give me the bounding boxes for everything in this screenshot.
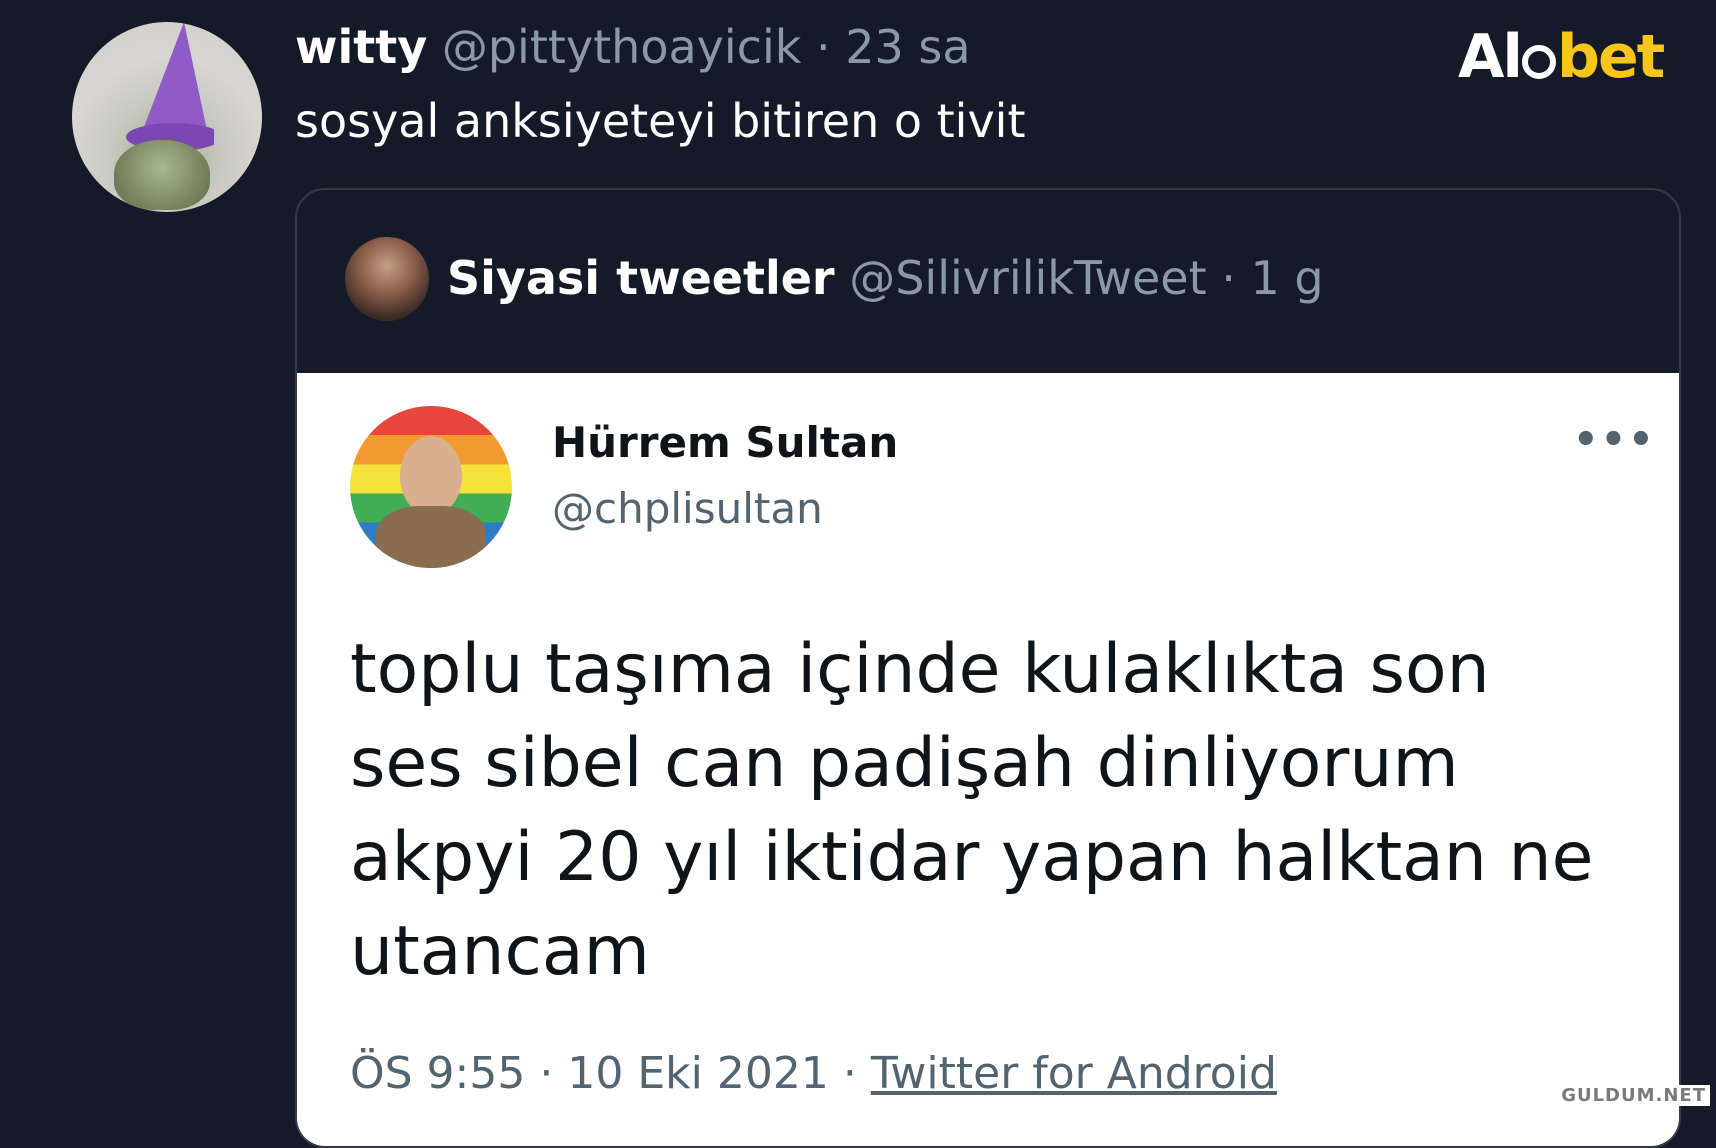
frog-figure	[114, 140, 210, 210]
card-text-line: toplu taşıma içinde kulaklıkta son	[350, 630, 1490, 709]
avatar-body	[376, 506, 486, 568]
separator: ·	[539, 1048, 554, 1099]
quoted-author-name[interactable]: Siyasi tweetler	[447, 251, 835, 305]
author-name[interactable]: witty	[295, 20, 427, 74]
card-text-line: ses sibel can padişah dinliyorum	[350, 724, 1459, 803]
separator: ·	[1221, 251, 1236, 305]
logo-text-2: bet	[1557, 22, 1665, 92]
quoted-tweet[interactable]: Siyasi tweetler @SilivrilikTweet · 1 g H…	[295, 188, 1681, 1148]
separator: ·	[842, 1048, 857, 1099]
tweet-header: witty @pittythoayicik · 23 sa	[295, 18, 971, 76]
avatar-face	[400, 436, 462, 516]
quoted-avatar[interactable]	[345, 237, 429, 321]
card-author-handle: @chplisultan	[552, 484, 823, 533]
card-text-line: utancam	[350, 912, 650, 991]
avatar-witty[interactable]	[72, 22, 262, 212]
card-text-line: akpyi 20 yıl iktidar yapan halktan ne	[350, 818, 1594, 897]
separator: ·	[816, 20, 831, 74]
card-author-name: Hürrem Sultan	[552, 418, 899, 467]
watermark: GULDUM.NET	[1557, 1085, 1710, 1106]
more-options-icon: •••	[1573, 417, 1656, 463]
logo-ring-icon	[1522, 45, 1557, 79]
card-tweet-text: toplu taşıma içinde kulaklıkta son ses s…	[350, 623, 1630, 999]
logo-text-1: Al	[1458, 22, 1523, 92]
brand-logo: Al bet	[1458, 22, 1665, 92]
quoted-header: Siyasi tweetler @SilivrilikTweet · 1 g	[447, 247, 1324, 309]
quoted-time[interactable]: 1 g	[1251, 251, 1324, 305]
card-avatar	[350, 406, 512, 568]
card-time: ÖS 9:55	[350, 1048, 526, 1099]
card-source: Twitter for Android	[870, 1048, 1277, 1099]
tweet-text: sosyal anksiyeteyi bitiren o tivit	[295, 94, 1026, 148]
screenshot-card[interactable]: Hürrem Sultan @chplisultan ••• toplu taş…	[297, 373, 1679, 1146]
card-date: 10 Eki 2021	[567, 1048, 829, 1099]
card-meta: ÖS 9:55 · 10 Eki 2021 · Twitter for Andr…	[350, 1048, 1277, 1099]
quoted-author-handle[interactable]: @SilivrilikTweet	[849, 251, 1206, 305]
tweet-time[interactable]: 23 sa	[845, 20, 970, 74]
author-handle[interactable]: @pittythoayicik	[442, 20, 802, 74]
